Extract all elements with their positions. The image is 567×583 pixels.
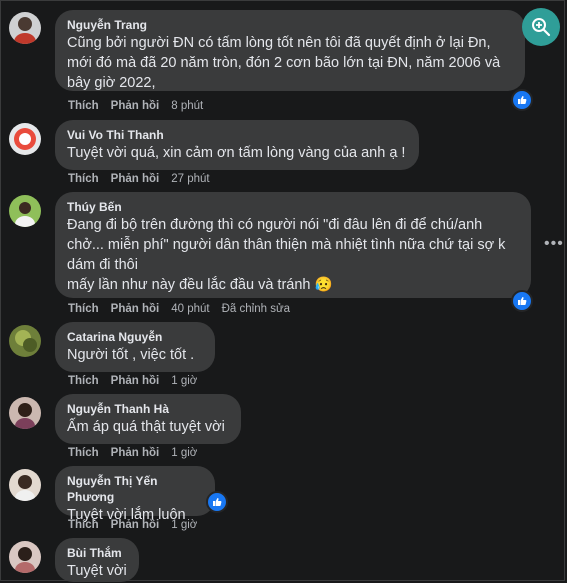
like-reaction-icon[interactable] xyxy=(511,89,533,111)
reply-link[interactable]: Phản hồi xyxy=(111,303,160,315)
avatar[interactable] xyxy=(9,12,41,44)
comment-actions: Thích Phản hồi 1 giờ xyxy=(68,447,197,459)
reply-link[interactable]: Phản hồi xyxy=(111,100,160,112)
comment-timestamp[interactable]: 8 phút xyxy=(171,100,203,112)
like-link[interactable]: Thích xyxy=(68,100,99,112)
comment-actions: Thích Phản hồi 40 phút Đã chỉnh sửa xyxy=(68,303,290,315)
comment-author[interactable]: Nguyễn Thanh Hà xyxy=(67,401,229,417)
comment-timestamp[interactable]: 40 phút xyxy=(171,303,209,315)
comment-actions: Thích Phản hồi 8 phút xyxy=(68,100,203,112)
avatar[interactable] xyxy=(9,397,41,429)
reply-link[interactable]: Phản hồi xyxy=(111,519,160,531)
comment-author[interactable]: Thúy Bến xyxy=(67,199,519,215)
avatar[interactable] xyxy=(9,325,41,357)
like-reaction-icon[interactable] xyxy=(511,290,533,312)
comment-bubble: Catarina Nguyễn Người tốt , việc tốt . xyxy=(55,322,215,372)
more-options-icon[interactable]: ••• xyxy=(544,235,564,253)
comment-text: Cũng bởi người ĐN có tấm lòng tốt nên tô… xyxy=(67,35,501,91)
comment-bubble: Nguyễn Thị Yến Phương Tuyệt vời lắm luôn xyxy=(55,466,215,523)
comment-timestamp[interactable]: 1 giờ xyxy=(171,447,197,459)
comment-bubble: Thúy Bến Đang đi bộ trên đường thì có ng… xyxy=(55,192,531,298)
edited-label[interactable]: Đã chỉnh sửa xyxy=(222,303,290,315)
comment-author[interactable]: Bùi Thắm xyxy=(67,545,127,561)
comment-text: Đang đi bộ trên đường thì có người nói "… xyxy=(67,217,506,293)
zoom-in-button[interactable] xyxy=(522,8,560,46)
like-reaction-icon[interactable] xyxy=(206,491,228,513)
comment-author[interactable]: Nguyễn Thị Yến Phương xyxy=(67,473,203,505)
like-link[interactable]: Thích xyxy=(68,375,99,387)
comment-timestamp[interactable]: 27 phút xyxy=(171,173,209,185)
comment-timestamp[interactable]: 1 giờ xyxy=(171,519,197,531)
comment-text: Tuyệt vời quá, xin cảm ơn tấm lòng vàng … xyxy=(67,145,406,161)
avatar[interactable] xyxy=(9,541,41,573)
zoom-in-icon xyxy=(532,18,551,37)
comment-bubble: Nguyễn Trang Cũng bởi người ĐN có tấm lò… xyxy=(55,10,525,91)
like-link[interactable]: Thích xyxy=(68,303,99,315)
comment-author[interactable]: Vui Vo Thi Thanh xyxy=(67,127,407,143)
comment-bubble: Vui Vo Thi Thanh Tuyệt vời quá, xin cảm … xyxy=(55,120,419,170)
like-link[interactable]: Thích xyxy=(68,519,99,531)
like-link[interactable]: Thích xyxy=(68,447,99,459)
comment-bubble: Bùi Thắm Tuyệt vời xyxy=(55,538,139,582)
reply-link[interactable]: Phản hồi xyxy=(111,375,160,387)
avatar[interactable] xyxy=(9,195,41,227)
comment-bubble: Nguyễn Thanh Hà Ấm áp quá thật tuyệt vời xyxy=(55,394,241,444)
comment-actions: Thích Phản hồi 1 giờ xyxy=(68,519,197,531)
comment-text: Ấm áp quá thật tuyệt vời xyxy=(67,419,225,435)
comment-author[interactable]: Nguyễn Trang xyxy=(67,17,513,33)
reply-link[interactable]: Phản hồi xyxy=(111,173,160,185)
comment-author[interactable]: Catarina Nguyễn xyxy=(67,329,203,345)
avatar[interactable] xyxy=(9,469,41,501)
comment-actions: Thích Phản hồi 27 phút xyxy=(68,173,210,185)
comment-timestamp[interactable]: 1 giờ xyxy=(171,375,197,387)
comment-text: Tuyệt vời xyxy=(67,563,127,579)
avatar[interactable] xyxy=(9,123,41,155)
comment-text: Người tốt , việc tốt . xyxy=(67,347,195,363)
comment-actions: Thích Phản hồi 1 giờ xyxy=(68,375,197,387)
reply-link[interactable]: Phản hồi xyxy=(111,447,160,459)
like-link[interactable]: Thích xyxy=(68,173,99,185)
